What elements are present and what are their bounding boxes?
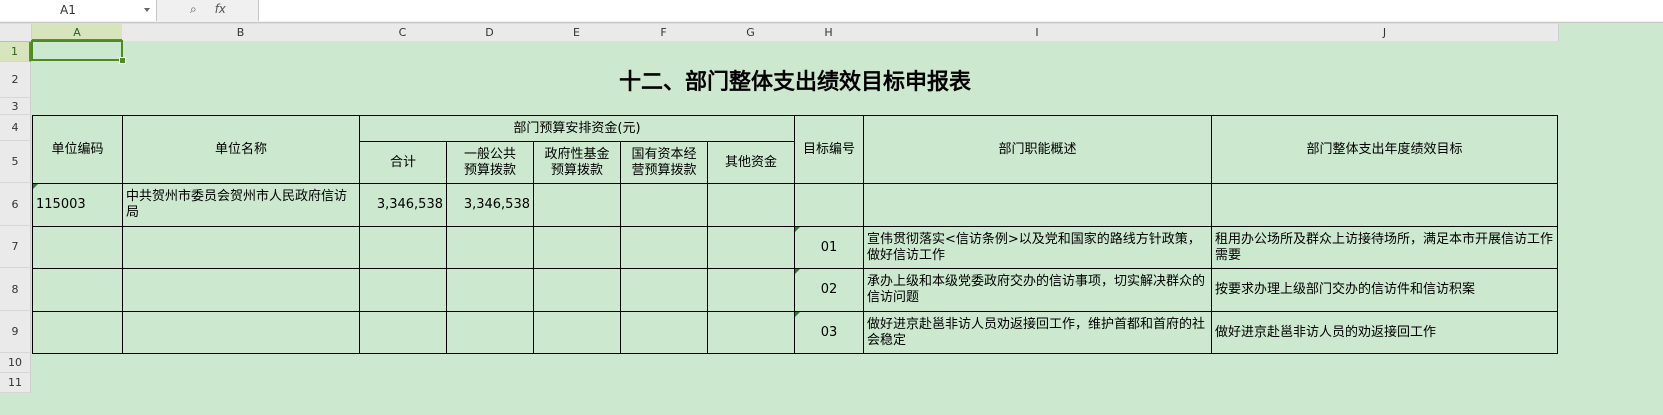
table-cell[interactable] — [533, 311, 621, 354]
target-goal-cell[interactable]: 按要求办理上级部门交办的信访件和信访积案 — [1211, 268, 1558, 312]
column-header-h[interactable]: H — [794, 24, 864, 41]
header-function-overview[interactable]: 部门职能概述 — [863, 115, 1212, 184]
row-header-4[interactable]: 4 — [0, 115, 31, 141]
row-header-7[interactable]: 7 — [0, 226, 31, 268]
comment-marker-icon — [795, 227, 800, 232]
header-budget-group[interactable]: 部门预算安排资金(元) — [359, 115, 795, 142]
formula-icons: ⌕ fx — [190, 2, 240, 17]
active-cell-selection[interactable] — [31, 40, 123, 61]
table-cell[interactable] — [446, 226, 534, 269]
table-cell[interactable] — [620, 268, 708, 312]
header-unit-name[interactable]: 单位名称 — [122, 115, 360, 184]
cell-goal-empty[interactable] — [1211, 183, 1558, 227]
header-target-no[interactable]: 目标编号 — [794, 115, 864, 184]
zoom-icon[interactable]: ⌕ — [190, 2, 197, 17]
comment-marker-icon — [33, 184, 38, 189]
table-cell[interactable] — [620, 311, 708, 354]
table-cell[interactable] — [32, 311, 123, 354]
header-annual-target[interactable]: 部门整体支出年度绩效目标 — [1211, 115, 1558, 184]
table-cell[interactable] — [359, 226, 447, 269]
formula-bar: A1 ⌕ fx — [0, 0, 1663, 23]
row-header-2[interactable]: 2 — [0, 62, 31, 98]
table-cell[interactable] — [707, 268, 795, 312]
target-no-cell[interactable]: 01 — [794, 226, 864, 269]
row-header-10[interactable]: 10 — [0, 353, 31, 373]
row-header-9[interactable]: 9 — [0, 311, 31, 353]
name-box-value: A1 — [60, 3, 76, 17]
cell-target-no-empty[interactable] — [794, 183, 864, 227]
header-general-public[interactable]: 一般公共预算拨款 — [446, 141, 534, 184]
row-header-6[interactable]: 6 — [0, 183, 31, 226]
header-state-capital[interactable]: 国有资本经营预算拨款 — [620, 141, 708, 184]
table-cell[interactable] — [32, 268, 123, 312]
select-all-corner[interactable] — [0, 24, 32, 42]
row-header-1[interactable]: 1 — [0, 42, 31, 62]
cell-general-public[interactable]: 3,346,538 — [446, 183, 534, 227]
comment-marker-icon — [795, 312, 800, 317]
cell-gov-fund[interactable] — [533, 183, 621, 227]
column-header-b[interactable]: B — [122, 24, 360, 41]
chevron-down-icon[interactable] — [144, 8, 150, 12]
header-gov-fund[interactable]: 政府性基金预算拨款 — [533, 141, 621, 184]
row-header-3[interactable]: 3 — [0, 98, 31, 115]
formula-input[interactable] — [258, 0, 1663, 21]
row-header-11[interactable]: 11 — [0, 373, 31, 393]
target-no-cell[interactable]: 02 — [794, 268, 864, 312]
table-cell[interactable] — [122, 268, 360, 312]
column-header-j[interactable]: J — [1211, 24, 1559, 41]
column-header-d[interactable]: D — [446, 24, 534, 41]
table-cell[interactable] — [122, 226, 360, 269]
table-cell[interactable] — [533, 226, 621, 269]
column-header-c[interactable]: C — [359, 24, 447, 41]
target-goal-cell[interactable]: 租用办公场所及群众上访接待场所，满足本市开展信访工作需要 — [1211, 226, 1558, 269]
table-cell[interactable] — [707, 226, 795, 269]
cell-state-capital[interactable] — [620, 183, 708, 227]
cell-unit-code[interactable]: 115003 — [32, 183, 123, 227]
target-overview-cell[interactable]: 宣伟贯彻落实<信访条例>以及党和国家的路线方针政策，做好信访工作 — [863, 226, 1212, 269]
column-header-g[interactable]: G — [707, 24, 795, 41]
target-no-cell[interactable]: 03 — [794, 311, 864, 354]
table-cell[interactable] — [122, 311, 360, 354]
table-cell[interactable] — [620, 226, 708, 269]
table-cell[interactable] — [446, 311, 534, 354]
table-cell[interactable] — [32, 226, 123, 269]
sheet-title: 十二、部门整体支出绩效目标申报表 — [618, 70, 971, 95]
table-cell[interactable] — [533, 268, 621, 312]
row-header-8[interactable]: 8 — [0, 268, 31, 311]
name-box[interactable]: A1 — [0, 0, 157, 21]
column-header-i[interactable]: I — [863, 24, 1212, 41]
target-overview-cell[interactable]: 承办上级和本级党委政府交办的信访事项，切实解决群众的信访问题 — [863, 268, 1212, 312]
target-overview-cell[interactable]: 做好进京赴邕非访人员劝返接回工作，维护首都和首府的社会稳定 — [863, 311, 1212, 354]
target-goal-cell[interactable]: 做好进京赴邕非访人员的劝返接回工作 — [1211, 311, 1558, 354]
cell-other-funds[interactable] — [707, 183, 795, 227]
cell-total[interactable]: 3,346,538 — [359, 183, 447, 227]
fx-button[interactable]: fx — [215, 2, 226, 16]
table-cell[interactable] — [446, 268, 534, 312]
header-unit-code[interactable]: 单位编码 — [32, 115, 123, 184]
fill-handle[interactable] — [119, 57, 126, 64]
row-header-5[interactable]: 5 — [0, 141, 31, 183]
column-header-f[interactable]: F — [620, 24, 708, 41]
column-header-e[interactable]: E — [533, 24, 621, 41]
table-cell[interactable] — [359, 268, 447, 312]
table-cell[interactable] — [359, 311, 447, 354]
header-other-funds[interactable]: 其他资金 — [707, 141, 795, 184]
cell-unit-name[interactable]: 中共贺州市委员会贺州市人民政府信访局 — [122, 183, 360, 227]
column-header-a[interactable]: A — [32, 24, 123, 41]
table-cell[interactable] — [707, 311, 795, 354]
cell-overview-empty[interactable] — [863, 183, 1212, 227]
comment-marker-icon — [795, 269, 800, 274]
header-total[interactable]: 合计 — [359, 141, 447, 184]
